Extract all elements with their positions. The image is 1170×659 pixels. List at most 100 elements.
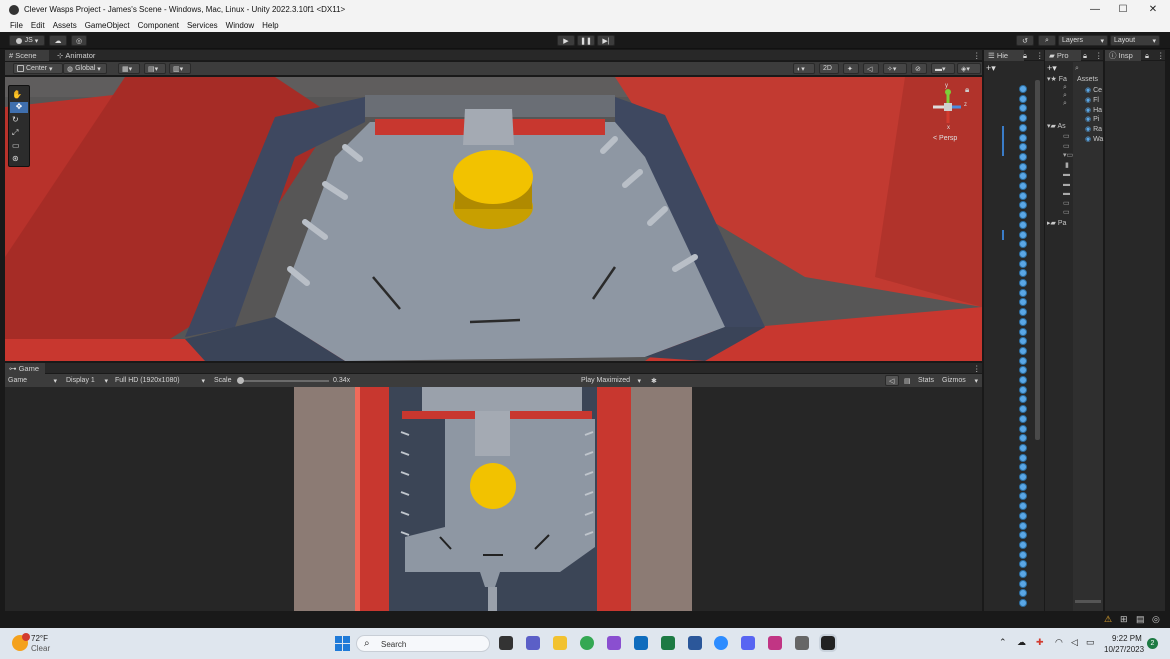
menu-gameobject[interactable]: GameObject	[85, 21, 130, 30]
visibility-eye-icon[interactable]	[1019, 502, 1027, 511]
favorites-folder[interactable]: ▾★ Fa	[1047, 75, 1067, 83]
visibility-eye-icon[interactable]	[1019, 182, 1027, 190]
tab-project[interactable]: ▰ Pro	[1045, 50, 1081, 61]
visibility-eye-icon[interactable]	[1019, 249, 1027, 258]
gizmos-button[interactable]: ◈▾	[957, 63, 981, 74]
menu-help[interactable]: Help	[262, 21, 278, 30]
layout-dropdown[interactable]: Layout ▾	[1110, 35, 1160, 46]
task-view-icon[interactable]	[499, 636, 513, 650]
visibility-eye-icon[interactable]	[1019, 550, 1027, 559]
visibility-eye-icon[interactable]	[1019, 463, 1027, 472]
transform-tool-icon[interactable]: ⊛	[12, 154, 19, 163]
windows-start-icon[interactable]	[335, 636, 350, 651]
effects-button[interactable]: ✧▾	[883, 63, 907, 74]
visibility-eye-icon[interactable]	[1019, 453, 1027, 462]
collab-button[interactable]: ◎	[71, 35, 87, 46]
menu-services[interactable]: Services	[187, 21, 218, 30]
visibility-eye-icon[interactable]	[1019, 434, 1027, 443]
discord-icon[interactable]	[741, 636, 755, 650]
visibility-eye-icon[interactable]	[1019, 288, 1027, 297]
visibility-eye-icon[interactable]	[1019, 230, 1027, 239]
cloud-button[interactable]: ☁	[49, 35, 67, 46]
visibility-eye-icon[interactable]	[1019, 492, 1027, 501]
progress-icon[interactable]: ◎	[1152, 614, 1160, 625]
network-icon[interactable]: ⊞	[1120, 614, 1128, 625]
zoom-icon[interactable]	[714, 636, 728, 650]
tray-app-icon[interactable]: ✚	[1036, 637, 1044, 648]
chevron-up-icon[interactable]: ⌃	[999, 637, 1007, 648]
hidden-objects-button[interactable]: ⊘	[911, 63, 927, 74]
visibility-eye-icon[interactable]	[1019, 279, 1027, 287]
scene-menu-icon[interactable]: ⋮	[969, 50, 985, 61]
visibility-eye-icon[interactable]	[1019, 385, 1027, 394]
game-view[interactable]	[5, 387, 982, 611]
visibility-eye-icon[interactable]	[1019, 376, 1027, 384]
visibility-eye-icon[interactable]	[1019, 298, 1027, 307]
move-tool-icon[interactable]: ✥	[10, 102, 28, 113]
scale-slider[interactable]	[239, 380, 329, 382]
scale-tool-icon[interactable]: ⤢	[12, 128, 18, 138]
lock-icon[interactable]: 🔒︎	[965, 85, 969, 95]
tab-animator[interactable]: ⊹ Animator	[53, 50, 103, 61]
game-view-dropdown[interactable]: Game ▾	[5, 375, 60, 386]
toggle-2d-button[interactable]: 2D	[819, 63, 839, 74]
draw-mode-button[interactable]: ◐▾	[793, 63, 815, 74]
visibility-eye-icon[interactable]	[1019, 85, 1027, 93]
mute-icon[interactable]: ◁	[885, 375, 899, 386]
hierarchy-scrollbar[interactable]	[1035, 80, 1040, 440]
history-button[interactable]: ↺	[1016, 35, 1034, 46]
play-button[interactable]: ▶	[557, 35, 575, 46]
visibility-eye-icon[interactable]	[1019, 482, 1027, 491]
packages-folder[interactable]: ▸▰ Pa	[1047, 219, 1066, 227]
excel-icon[interactable]	[661, 636, 675, 650]
minimize-button[interactable]: —	[1080, 0, 1110, 19]
visibility-eye-icon[interactable]	[1019, 152, 1027, 161]
asset-item[interactable]: ◉ Fl	[1085, 96, 1099, 104]
visibility-eye-icon[interactable]	[1019, 269, 1027, 278]
visibility-eye-icon[interactable]	[1019, 220, 1027, 229]
gizmos-dropdown[interactable]: Gizmos ▾	[939, 375, 981, 386]
weather-temp[interactable]: 72°F	[31, 634, 48, 643]
visibility-eye-icon[interactable]	[1019, 114, 1027, 123]
visibility-eye-icon[interactable]	[1019, 560, 1027, 569]
cloud-sync-icon[interactable]: ☁	[1017, 637, 1026, 648]
unity-hub-icon[interactable]	[795, 636, 809, 650]
asset-search-icon[interactable]: ⌕	[1075, 65, 1079, 73]
rotate-tool-icon[interactable]: ↻	[12, 115, 19, 124]
visibility-eye-icon[interactable]	[1019, 366, 1027, 375]
assets-folder[interactable]: ▾▰ As	[1047, 122, 1066, 130]
audio-button[interactable]: ◁	[863, 63, 879, 74]
visibility-eye-icon[interactable]	[1019, 191, 1027, 200]
visibility-eye-icon[interactable]	[1019, 540, 1027, 549]
lighting-button[interactable]: ✦	[843, 63, 859, 74]
visibility-eye-icon[interactable]	[1019, 240, 1027, 249]
wifi-icon[interactable]: ◠	[1055, 637, 1063, 648]
visibility-eye-icon[interactable]	[1019, 570, 1027, 578]
word-icon[interactable]	[688, 636, 702, 650]
volume-icon[interactable]: ◁	[1071, 637, 1078, 648]
grid-visual-button[interactable]: ▥▾	[169, 63, 191, 74]
menu-component[interactable]: Component	[138, 21, 179, 30]
visibility-eye-icon[interactable]	[1019, 259, 1027, 268]
visibility-eye-icon[interactable]	[1019, 133, 1027, 142]
visibility-eye-icon[interactable]	[1019, 211, 1027, 220]
visibility-eye-icon[interactable]	[1019, 172, 1027, 181]
grid-snap-button[interactable]: ▦▾	[118, 63, 140, 74]
visibility-eye-icon[interactable]	[1019, 104, 1027, 113]
asset-item[interactable]: ◉ Ha	[1085, 106, 1102, 114]
resolution-dropdown[interactable]: Full HD (1920x1080) ▾	[112, 375, 208, 386]
visibility-eye-icon[interactable]	[1019, 414, 1027, 423]
clock-time[interactable]: 9:22 PM	[1112, 634, 1142, 643]
visibility-eye-icon[interactable]	[1019, 162, 1027, 171]
game-menu-icon[interactable]: ⋮	[969, 363, 985, 374]
tab-scene[interactable]: # Scene	[5, 50, 49, 61]
asset-item[interactable]: ◉ Ra	[1085, 125, 1102, 133]
scale-slider-thumb[interactable]	[237, 377, 244, 384]
account-dropdown[interactable]: JS ▾	[9, 35, 45, 46]
asset-size-slider[interactable]	[1075, 600, 1101, 603]
hierarchy-add-button[interactable]: +▾	[986, 63, 996, 74]
project-add-button[interactable]: +▾	[1047, 63, 1057, 74]
menu-window[interactable]: Window	[226, 21, 254, 30]
visibility-eye-icon[interactable]	[1019, 521, 1027, 530]
menu-assets[interactable]: Assets	[53, 21, 77, 30]
